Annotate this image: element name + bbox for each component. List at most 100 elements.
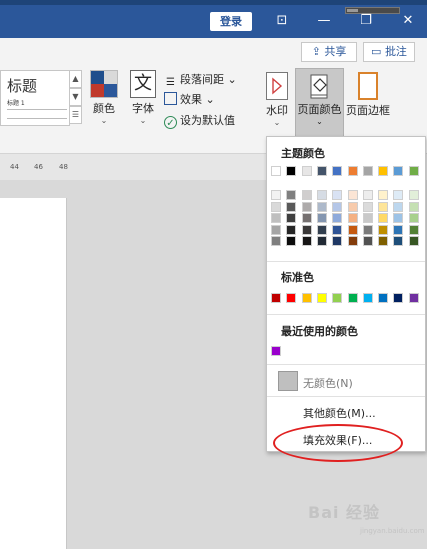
standard-color-swatch[interactable] [271, 293, 281, 303]
fonts-button[interactable]: 文 字体 ⌄ [127, 70, 159, 125]
standard-color-swatch[interactable] [316, 293, 327, 303]
theme-shade-swatch[interactable] [408, 236, 419, 246]
page-borders-icon [358, 72, 378, 100]
theme-shade-swatch[interactable] [347, 224, 358, 235]
theme-shade-swatch[interactable] [332, 236, 343, 246]
gallery-down-icon[interactable]: ▼ [69, 88, 82, 106]
colors-swatch [91, 71, 104, 84]
standard-color-swatch[interactable] [286, 293, 297, 303]
no-color-item[interactable]: 无颜色(N) [303, 375, 353, 391]
theme-shade-swatch[interactable] [378, 190, 389, 200]
theme-shade-swatch[interactable] [286, 213, 297, 223]
theme-shade-swatch[interactable] [286, 201, 297, 212]
theme-shade-swatch[interactable] [347, 190, 358, 200]
page-borders-button[interactable]: 页面边框 [344, 72, 392, 118]
style-set-gallery[interactable]: 标题 标题 1 [0, 70, 70, 126]
theme-color-swatch[interactable] [301, 166, 312, 176]
theme-color-swatch[interactable] [316, 166, 327, 176]
watermark-glyph [272, 77, 283, 95]
standard-color-swatch[interactable] [301, 293, 312, 303]
theme-shade-swatch[interactable] [332, 190, 343, 200]
theme-shade-swatch[interactable] [301, 201, 312, 212]
theme-shade-swatch[interactable] [301, 236, 312, 246]
theme-shade-swatch[interactable] [316, 201, 327, 212]
theme-shade-swatch[interactable] [408, 190, 419, 200]
theme-shade-swatch[interactable] [393, 190, 404, 200]
theme-shade-swatch[interactable] [362, 224, 373, 235]
theme-color-swatch[interactable] [408, 166, 419, 176]
gallery-more-icon[interactable]: ☰ [69, 106, 82, 124]
theme-shade-swatch[interactable] [286, 190, 297, 200]
theme-shade-swatch[interactable] [332, 213, 343, 223]
theme-shade-swatch[interactable] [393, 236, 404, 246]
theme-shade-swatch[interactable] [408, 201, 419, 212]
close-icon[interactable]: ✕ [396, 10, 420, 32]
theme-shade-swatch[interactable] [393, 201, 404, 212]
theme-shade-swatch[interactable] [316, 236, 327, 246]
theme-shade-swatch[interactable] [271, 236, 281, 246]
theme-shade-swatch[interactable] [316, 213, 327, 223]
more-colors-item[interactable]: 其他颜色(M)... [303, 405, 376, 421]
login-button[interactable]: 登录 [210, 12, 252, 31]
set-as-default-label: 设为默认值 [180, 114, 235, 127]
theme-shade-swatch[interactable] [393, 213, 404, 223]
theme-color-swatch[interactable] [286, 166, 297, 176]
theme-shade-swatch[interactable] [301, 224, 312, 235]
theme-shade-swatch[interactable] [332, 201, 343, 212]
minimize-icon[interactable]: — [312, 10, 336, 32]
theme-shade-swatch[interactable] [271, 224, 281, 235]
theme-shade-swatch[interactable] [347, 213, 358, 223]
colors-label: 颜色 [93, 102, 115, 115]
gallery-up-icon[interactable]: ▲ [69, 70, 82, 88]
standard-color-swatch[interactable] [408, 293, 419, 303]
theme-shade-swatch[interactable] [378, 224, 389, 235]
gallery-scroll: ▲ ▼ ☰ [69, 70, 82, 126]
standard-color-swatch[interactable] [362, 293, 373, 303]
theme-shade-swatch[interactable] [271, 201, 281, 212]
theme-shade-swatch[interactable] [362, 201, 373, 212]
standard-color-swatch[interactable] [378, 293, 389, 303]
theme-color-swatch[interactable] [362, 166, 373, 176]
theme-shade-swatch[interactable] [408, 213, 419, 223]
theme-shade-swatch[interactable] [316, 190, 327, 200]
comment-button[interactable]: ▭ 批注 [363, 42, 415, 62]
ribbon-display-options-icon[interactable]: ⊡ [270, 10, 294, 32]
theme-shade-swatch[interactable] [286, 236, 297, 246]
set-as-default-button[interactable]: ✓ 设为默认值 [164, 112, 235, 129]
theme-shade-swatch[interactable] [362, 236, 373, 246]
theme-shade-swatch[interactable] [316, 224, 327, 235]
theme-shade-swatch[interactable] [271, 190, 281, 200]
theme-shade-swatch[interactable] [347, 201, 358, 212]
recent-color-swatch[interactable] [271, 346, 281, 356]
theme-shade-swatch[interactable] [271, 213, 281, 223]
theme-shade-swatch[interactable] [286, 224, 297, 235]
theme-color-swatch[interactable] [393, 166, 404, 176]
theme-shade-swatch[interactable] [393, 224, 404, 235]
theme-shade-swatch[interactable] [378, 213, 389, 223]
standard-color-swatch[interactable] [332, 293, 343, 303]
theme-shade-swatch[interactable] [408, 224, 419, 235]
theme-shade-swatch[interactable] [332, 224, 343, 235]
theme-shade-swatch[interactable] [378, 236, 389, 246]
theme-color-swatch[interactable] [271, 166, 281, 176]
share-button[interactable]: ⇪ 共享 [301, 42, 357, 62]
standard-color-swatch[interactable] [347, 293, 358, 303]
theme-color-swatch[interactable] [347, 166, 358, 176]
paragraph-spacing-button[interactable]: ☰ 段落间距 ⌄ [164, 71, 237, 89]
theme-shade-swatch[interactable] [378, 201, 389, 212]
document-page[interactable] [0, 198, 67, 549]
theme-shade-swatch[interactable] [362, 190, 373, 200]
theme-shade-swatch[interactable] [347, 236, 358, 246]
theme-color-swatch[interactable] [378, 166, 389, 176]
theme-shade-swatch[interactable] [362, 213, 373, 223]
effects-button[interactable]: 效果 ⌄ [164, 91, 215, 107]
standard-color-swatch[interactable] [393, 293, 404, 303]
theme-shade-swatch[interactable] [301, 213, 312, 223]
style-preview-subtitle: 标题 1 [7, 100, 25, 107]
theme-color-swatch[interactable] [332, 166, 343, 176]
colors-button[interactable]: 颜色 ⌄ [88, 70, 120, 125]
theme-shade-swatch[interactable] [301, 190, 312, 200]
maximize-icon[interactable]: ❐ [354, 10, 378, 32]
watermark-button[interactable]: 水印 ⌄ [262, 72, 292, 127]
ruler-tick: 44 [10, 163, 19, 171]
